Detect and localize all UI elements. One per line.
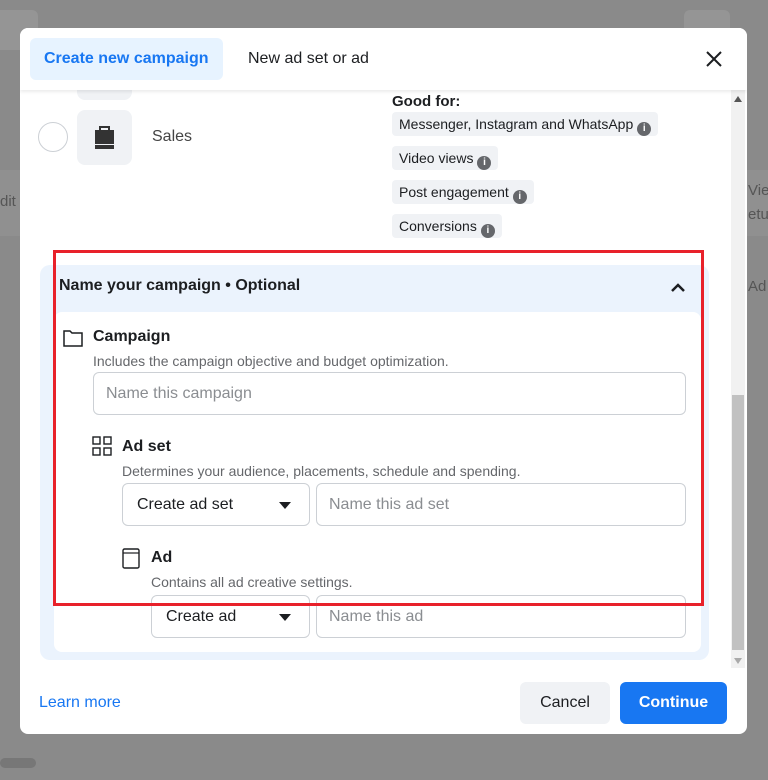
good-for-tag: Post engagement i [392,180,534,204]
objective-label: Sales [152,128,193,145]
good-for-label: Good for: [392,93,461,110]
tag-label: Video views [399,150,474,166]
background-text: dit [0,193,16,210]
objective-icon-box [77,90,132,100]
sales-radio[interactable] [38,122,68,152]
dialog-footer: Learn more Cancel Continue [20,668,747,734]
close-icon[interactable] [701,46,727,72]
learn-more-link[interactable]: Learn more [39,694,121,712]
dialog-scrollbar[interactable] [731,90,745,668]
dialog-header: Create new campaign New ad set or ad [20,28,747,90]
info-icon[interactable]: i [480,224,495,238]
good-for-tag: Messenger, Instagram and WhatsApp i [392,112,659,136]
dropdown-value: Create ad [166,608,237,625]
info-icon[interactable]: i [512,190,527,204]
background-scrollbar [0,758,36,768]
tag-label: Messenger, Instagram and WhatsApp [399,116,634,132]
background-text: Ad [748,278,767,295]
scroll-up-arrow-icon[interactable] [734,96,742,102]
tab-create-new-campaign[interactable]: Create new campaign [30,38,223,80]
info-icon[interactable]: i [637,122,652,136]
good-for-tag: Conversions i [392,214,502,238]
tab-new-ad-set-or-ad[interactable]: New ad set or ad [234,38,383,80]
scroll-down-arrow-icon[interactable] [734,658,742,664]
tag-label: Conversions [399,218,477,234]
info-icon[interactable]: i [477,156,492,170]
tag-label: Post engagement [399,184,509,200]
highlight-box [53,250,704,606]
shopping-bag-icon [77,110,132,165]
cancel-button[interactable]: Cancel [520,682,610,724]
create-campaign-dialog: Create new campaign New ad set or ad Sal… [20,28,747,734]
good-for-tag: Video views i [392,146,499,170]
caret-down-icon [279,614,291,621]
background-text: etu [748,206,768,223]
continue-button[interactable]: Continue [620,682,727,724]
background-text: Viev [748,182,768,199]
scrollbar-thumb[interactable] [732,395,744,650]
